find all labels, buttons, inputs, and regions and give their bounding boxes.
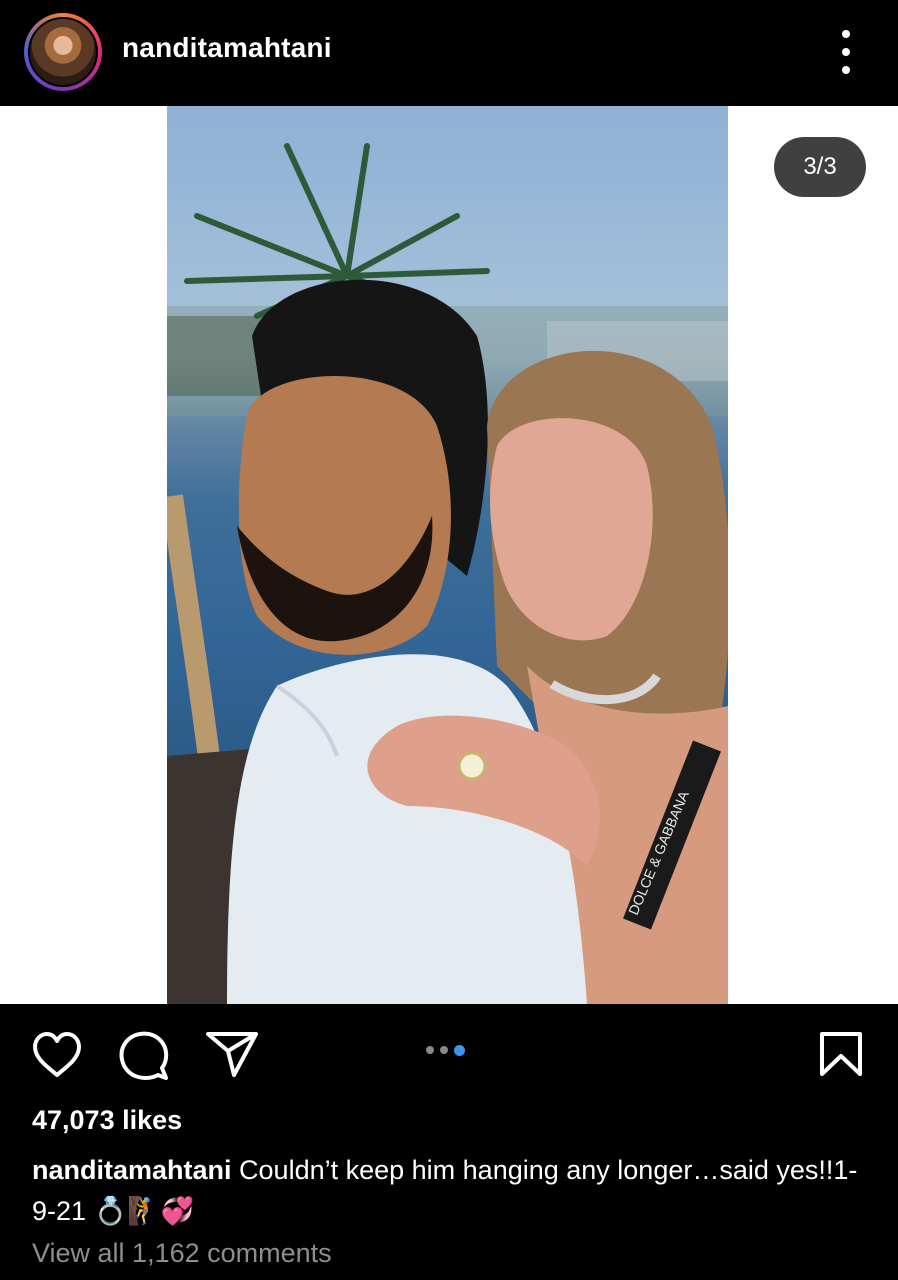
carousel-dot-1	[426, 1046, 434, 1054]
more-options-icon[interactable]	[834, 30, 858, 74]
carousel-page-badge: 3/3	[774, 137, 866, 197]
bookmark-icon[interactable]	[818, 1031, 864, 1077]
post-header: nanditamahtani	[0, 0, 898, 106]
caption-username[interactable]: nanditamahtani	[32, 1155, 232, 1185]
carousel-dot-2	[440, 1046, 448, 1054]
avatar-image	[28, 17, 98, 87]
view-comments-link[interactable]: View all 1,162 comments	[32, 1238, 332, 1269]
likes-count[interactable]: 47,073 likes	[32, 1105, 182, 1136]
carousel-dots	[426, 1044, 465, 1056]
carousel-dot-3	[454, 1044, 465, 1056]
profile-avatar[interactable]	[24, 13, 102, 91]
comment-icon[interactable]	[118, 1030, 170, 1082]
heart-icon[interactable]	[31, 1031, 83, 1079]
post-media[interactable]: DOLCE & GABBANA 3/3	[0, 106, 898, 1004]
send-icon[interactable]	[205, 1030, 259, 1078]
post-photo: DOLCE & GABBANA	[167, 106, 728, 1004]
post-caption: nanditamahtani Couldn’t keep him hanging…	[32, 1150, 862, 1232]
username-link[interactable]: nanditamahtani	[122, 32, 332, 64]
caption-emojis: 💍🧗💞	[93, 1196, 195, 1226]
